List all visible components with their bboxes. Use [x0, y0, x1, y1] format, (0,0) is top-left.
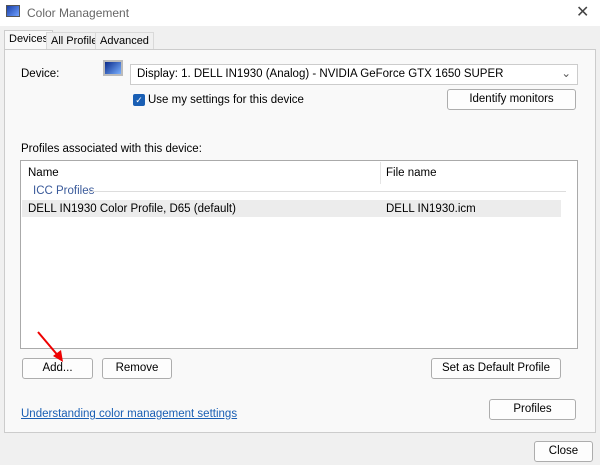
device-label: Device: — [21, 68, 60, 80]
red-arrow-annotation — [37, 331, 63, 362]
column-divider — [380, 162, 381, 184]
close-button[interactable]: Close — [534, 441, 593, 462]
profile-file: DELL IN1930.icm — [386, 203, 476, 215]
close-window-button[interactable]: ✕ — [576, 2, 589, 22]
set-default-profile-button[interactable]: Set as Default Profile — [431, 358, 561, 379]
device-value: Display: 1. DELL IN1930 (Analog) - NVIDI… — [137, 68, 504, 80]
remove-button[interactable]: Remove — [102, 358, 172, 379]
profiles-label: Profiles associated with this device: — [21, 143, 202, 155]
column-file-name[interactable]: File name — [386, 167, 437, 179]
monitor-icon — [103, 60, 123, 76]
window-title: Color Management — [27, 6, 130, 20]
device-select[interactable]: Display: 1. DELL IN1930 (Analog) - NVIDI… — [130, 64, 578, 85]
group-icc-profiles: ICC Profiles — [33, 185, 95, 197]
profiles-button[interactable]: Profiles — [489, 399, 576, 420]
tab-advanced[interactable]: Advanced — [95, 32, 154, 49]
identify-monitors-button[interactable]: Identify monitors — [447, 89, 576, 110]
profiles-list[interactable] — [20, 160, 578, 349]
column-name[interactable]: Name — [28, 167, 59, 179]
understanding-color-management-link[interactable]: Understanding color management settings — [21, 408, 237, 420]
color-management-icon — [6, 5, 20, 17]
profile-name: DELL IN1930 Color Profile, D65 (default) — [28, 203, 236, 215]
group-divider — [88, 191, 566, 192]
use-settings-checkbox[interactable]: ✓ — [133, 94, 145, 106]
chevron-down-icon: ⌄ — [561, 68, 571, 80]
use-settings-label[interactable]: Use my settings for this device — [148, 94, 304, 106]
